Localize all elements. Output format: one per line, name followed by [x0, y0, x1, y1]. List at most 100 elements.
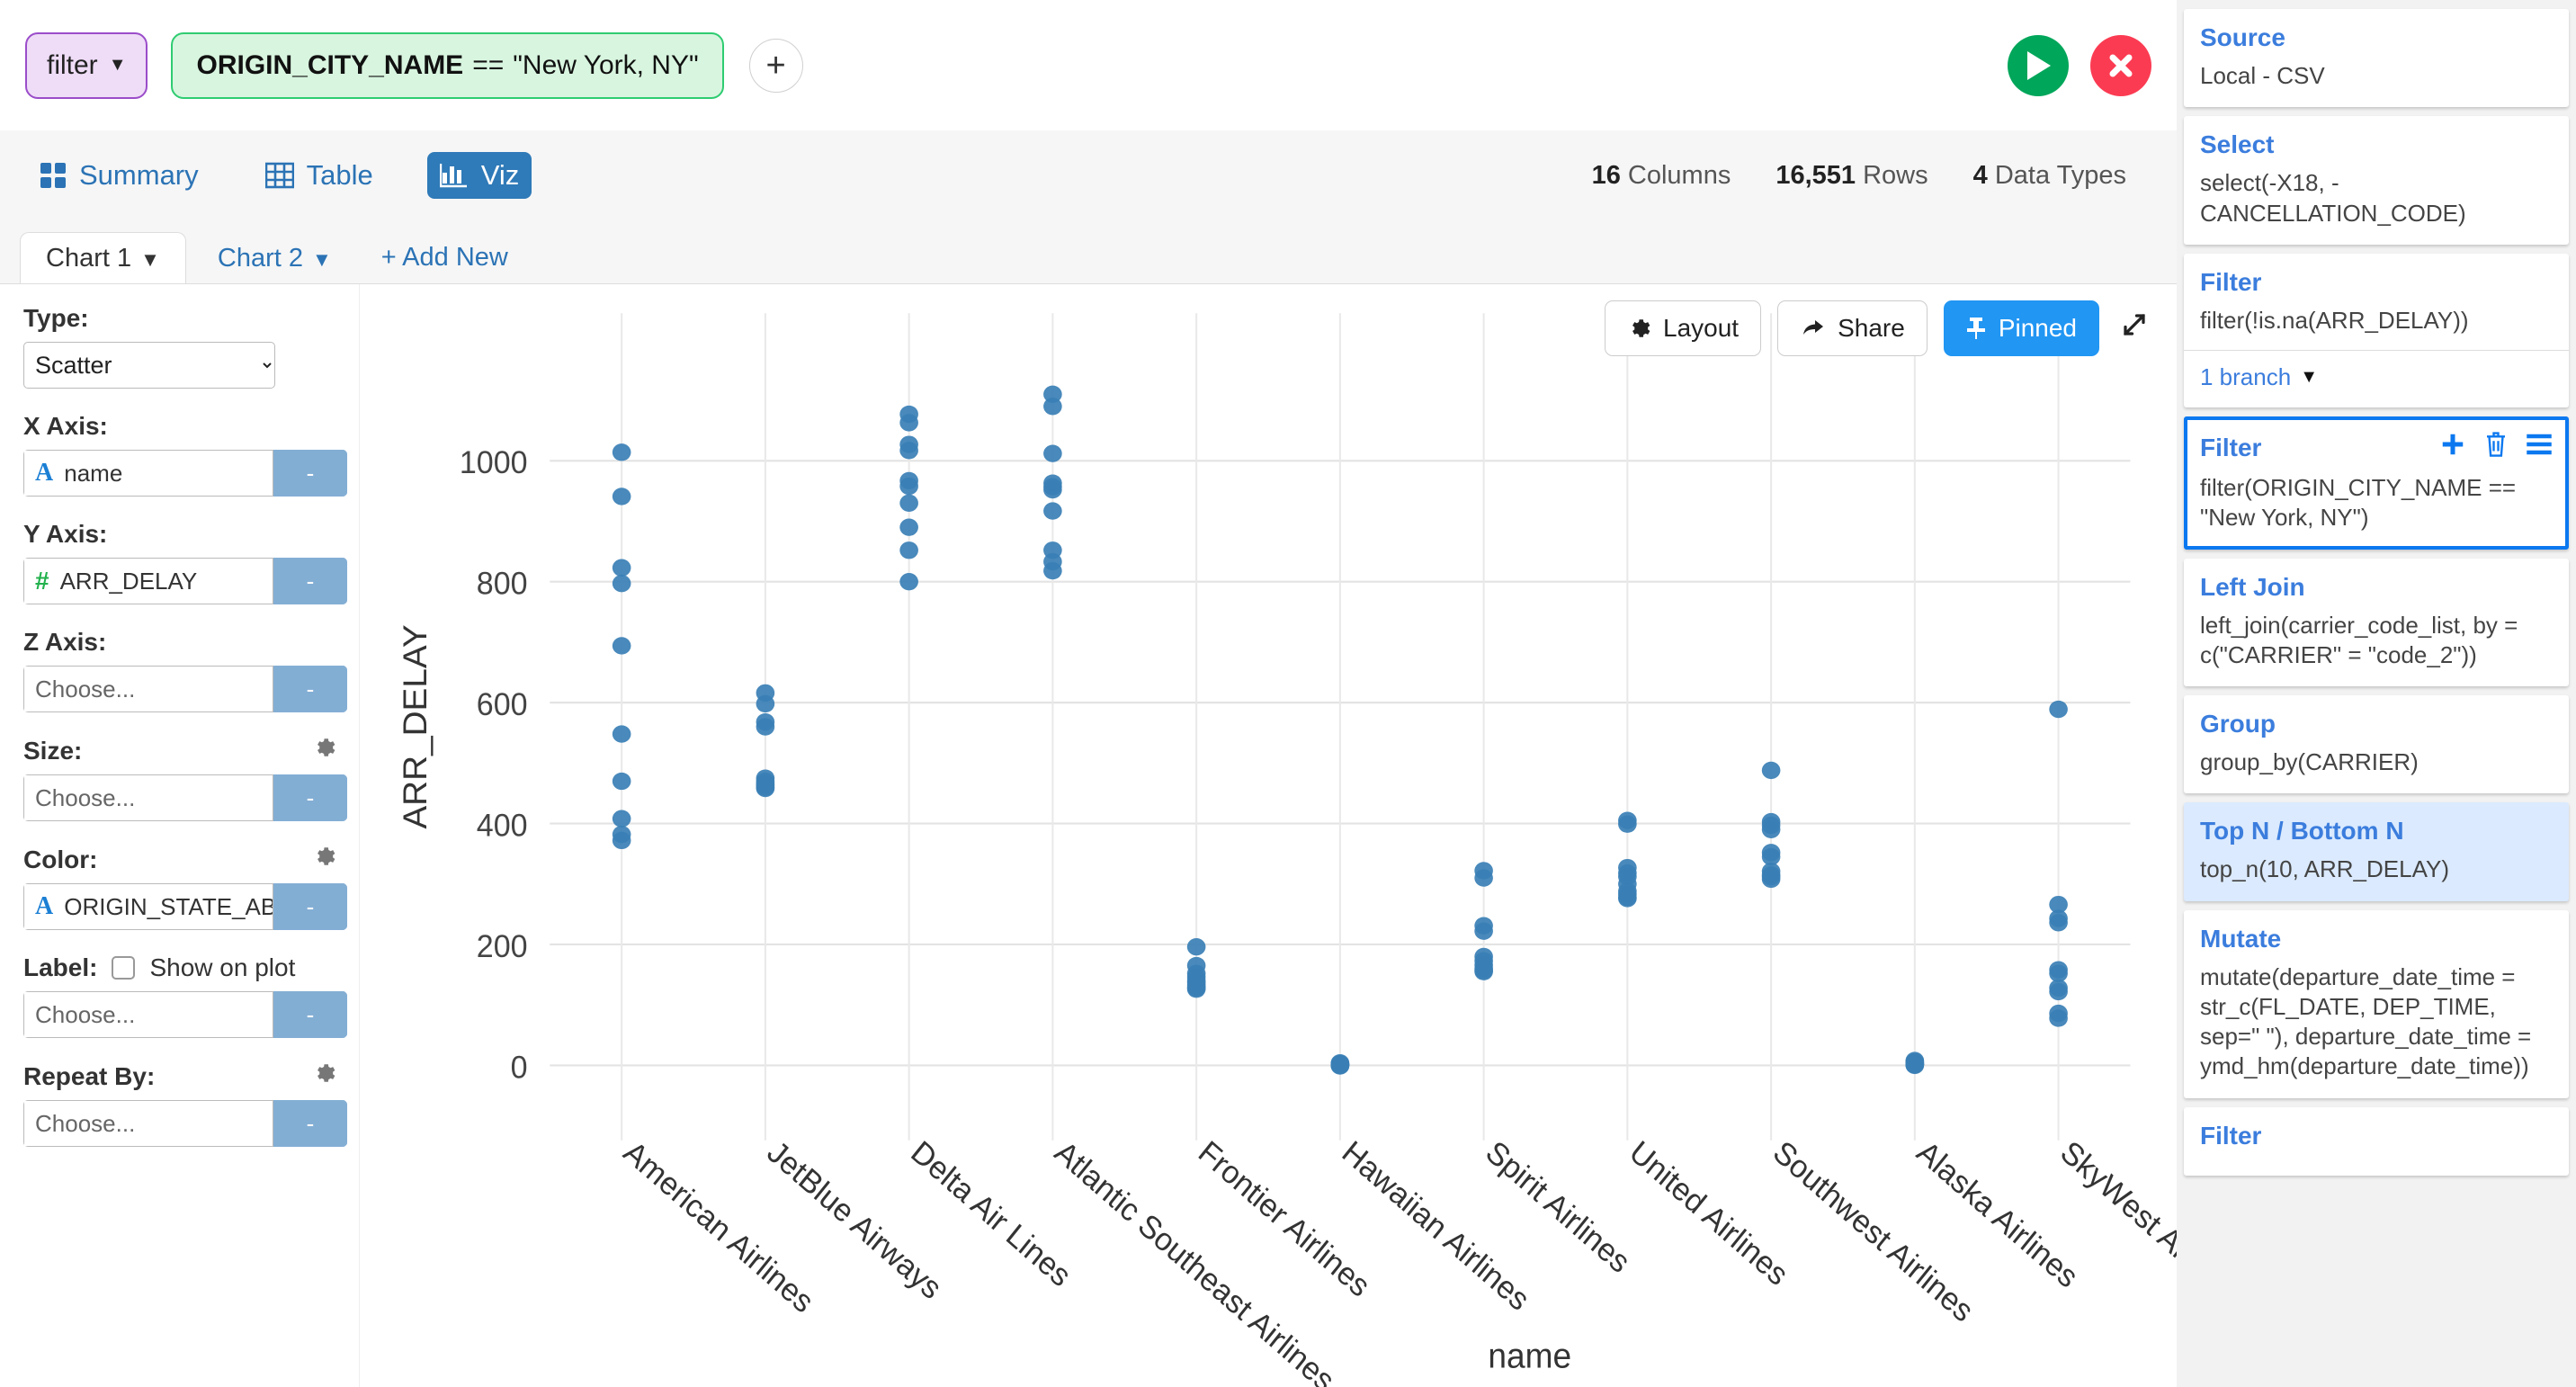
layout-button[interactable]: Layout: [1605, 300, 1761, 356]
branch-toggle[interactable]: 1 branch▼: [2200, 363, 2553, 391]
chart-type-select[interactable]: Scatter: [23, 342, 275, 389]
pipeline-step-select[interactable]: Selectselect(-X18, -CANCELLATION_CODE): [2184, 116, 2569, 245]
data-point[interactable]: [2049, 983, 2068, 1000]
data-point[interactable]: [613, 559, 631, 577]
z-axis-remove-button[interactable]: -: [273, 666, 347, 712]
data-point[interactable]: [756, 780, 775, 797]
label-field[interactable]: Choose...: [23, 991, 273, 1038]
data-point[interactable]: [613, 810, 631, 828]
repeat-by-combo[interactable]: Choose... -: [23, 1100, 347, 1147]
data-point[interactable]: [613, 832, 631, 849]
nav-tab-viz[interactable]: Viz: [427, 152, 532, 199]
data-point[interactable]: [1762, 762, 1781, 779]
series-spirit-airlines: [1474, 862, 1493, 980]
repeat-by-remove-button[interactable]: -: [273, 1100, 347, 1147]
data-point[interactable]: [1043, 445, 1062, 462]
data-point[interactable]: [1187, 980, 1206, 998]
data-point[interactable]: [1618, 890, 1637, 907]
add-filter-button[interactable]: +: [749, 39, 803, 93]
data-point[interactable]: [613, 575, 631, 592]
data-point[interactable]: [1906, 1057, 1925, 1074]
data-point[interactable]: [613, 488, 631, 505]
pipeline-step-mutate[interactable]: Mutatemutate(departure_date_time = str_c…: [2184, 910, 2569, 1098]
delete-step-button[interactable]: [2484, 431, 2508, 464]
data-point[interactable]: [1618, 816, 1637, 833]
data-point[interactable]: [1762, 871, 1781, 888]
pipeline-step-filter[interactable]: Filterfilter(ORIGIN_CITY_NAME == "New Yo…: [2184, 416, 2569, 550]
pipeline-step-filter[interactable]: Filterfilter(!is.na(ARR_DELAY))1 branch▼: [2184, 254, 2569, 407]
pipeline-step-left-join[interactable]: Left Joinleft_join(carrier_code_list, by…: [2184, 559, 2569, 687]
y-axis-remove-button[interactable]: -: [273, 558, 347, 604]
data-point[interactable]: [1474, 963, 1493, 980]
x-axis-combo[interactable]: A name -: [23, 450, 347, 497]
label-remove-button[interactable]: -: [273, 991, 347, 1038]
pipeline-step-top-n-bottom-n[interactable]: Top N / Bottom Ntop_n(10, ARR_DELAY): [2184, 802, 2569, 900]
nav-tab-summary[interactable]: Summary: [27, 152, 211, 199]
color-remove-button[interactable]: -: [273, 883, 347, 930]
tab-chart-1[interactable]: Chart 1▼: [20, 232, 186, 284]
step-menu-button[interactable]: [2526, 433, 2553, 462]
data-point[interactable]: [899, 478, 918, 495]
repeat-by-field[interactable]: Choose...: [23, 1100, 273, 1147]
expand-icon[interactable]: [2115, 311, 2153, 346]
data-point[interactable]: [899, 442, 918, 459]
data-point[interactable]: [756, 695, 775, 712]
label-combo[interactable]: Choose... -: [23, 991, 347, 1038]
data-point[interactable]: [1043, 502, 1062, 519]
gear-icon[interactable]: [312, 736, 335, 765]
pinned-button[interactable]: Pinned: [1944, 300, 2099, 356]
data-point[interactable]: [2049, 701, 2068, 718]
data-point[interactable]: [2049, 1009, 2068, 1026]
y-axis-combo[interactable]: # ARR_DELAY -: [23, 558, 347, 604]
x-axis-field[interactable]: A name: [23, 450, 273, 497]
show-on-plot-checkbox[interactable]: [112, 956, 135, 980]
x-axis-remove-button[interactable]: -: [273, 450, 347, 497]
data-point[interactable]: [1187, 938, 1206, 955]
gear-icon[interactable]: [312, 845, 335, 874]
pipeline-step-filter[interactable]: Filter: [2184, 1107, 2569, 1176]
pipeline-step-actions: [2439, 431, 2553, 464]
data-point[interactable]: [1043, 562, 1062, 579]
data-point[interactable]: [2049, 914, 2068, 931]
scatter-plot[interactable]: 02004006008001000ARR_DELAYAmerican Airli…: [360, 284, 2177, 1387]
pipeline-panel[interactable]: SourceLocal - CSVSelectselect(-X18, -CAN…: [2177, 0, 2576, 1387]
nav-tab-table[interactable]: Table: [253, 152, 386, 199]
data-point[interactable]: [613, 637, 631, 654]
data-point[interactable]: [1474, 869, 1493, 886]
add-new-chart-button[interactable]: + Add New: [363, 232, 526, 283]
run-button[interactable]: [2008, 35, 2069, 96]
gear-icon[interactable]: [312, 1061, 335, 1091]
data-point[interactable]: [756, 718, 775, 735]
z-axis-combo[interactable]: Choose... -: [23, 666, 347, 712]
z-axis-field[interactable]: Choose...: [23, 666, 273, 712]
filter-type-dropdown[interactable]: filter ▼: [25, 32, 148, 99]
data-point[interactable]: [899, 414, 918, 431]
data-point[interactable]: [613, 725, 631, 742]
data-point[interactable]: [613, 773, 631, 790]
tab-chart-2[interactable]: Chart 2▼: [192, 232, 358, 284]
y-axis-label: Y Axis:: [23, 520, 335, 549]
data-point[interactable]: [1474, 923, 1493, 940]
data-point[interactable]: [899, 541, 918, 559]
pipeline-step-source[interactable]: SourceLocal - CSV: [2184, 9, 2569, 107]
filter-expression-chip[interactable]: ORIGIN_CITY_NAME == "New York, NY": [171, 32, 723, 99]
data-point[interactable]: [1331, 1057, 1350, 1074]
data-point[interactable]: [1043, 398, 1062, 415]
data-point[interactable]: [899, 573, 918, 590]
y-axis-field[interactable]: # ARR_DELAY: [23, 558, 273, 604]
data-point[interactable]: [1043, 481, 1062, 498]
size-field[interactable]: Choose...: [23, 774, 273, 821]
size-combo[interactable]: Choose... -: [23, 774, 347, 821]
data-point[interactable]: [899, 495, 918, 512]
pipeline-step-group[interactable]: Groupgroup_by(CARRIER): [2184, 695, 2569, 793]
data-point[interactable]: [1762, 821, 1781, 838]
add-step-button[interactable]: [2439, 431, 2466, 464]
color-field[interactable]: A ORIGIN_STATE_AB: [23, 883, 273, 930]
y-tick-label: 200: [477, 929, 528, 964]
data-point[interactable]: [899, 519, 918, 536]
stop-button[interactable]: [2090, 35, 2151, 96]
size-remove-button[interactable]: -: [273, 774, 347, 821]
color-combo[interactable]: A ORIGIN_STATE_AB -: [23, 883, 347, 930]
data-point[interactable]: [613, 443, 631, 461]
share-button[interactable]: Share: [1777, 300, 1928, 356]
